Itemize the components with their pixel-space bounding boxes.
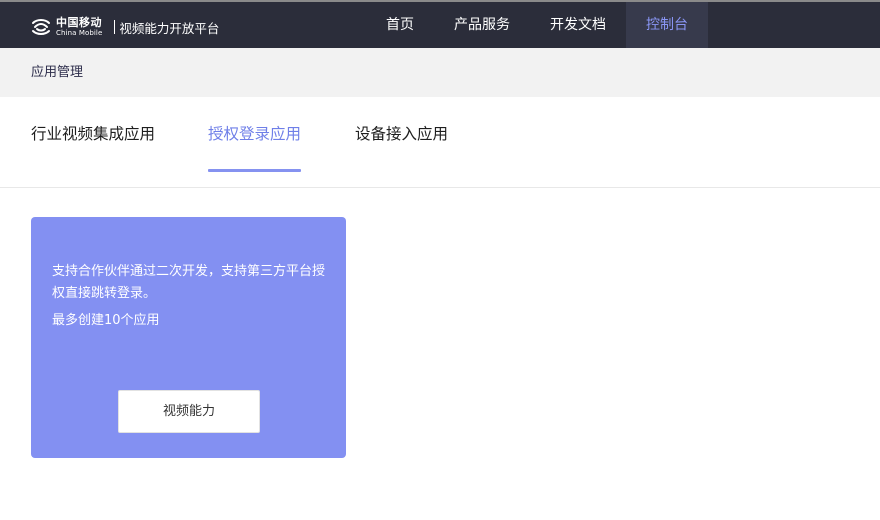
logo[interactable]: 中国移动 China Mobile 视频能力开放平台 bbox=[30, 14, 219, 40]
logo-text: 中国移动 China Mobile bbox=[56, 17, 102, 37]
china-mobile-logo-icon bbox=[30, 16, 52, 38]
logo-divider bbox=[114, 20, 116, 34]
nav-console[interactable]: 控制台 bbox=[626, 2, 708, 48]
nav-products[interactable]: 产品服务 bbox=[440, 2, 524, 48]
active-tab-indicator bbox=[208, 169, 302, 172]
app-type-tabs: 行业视频集成应用 授权登录应用 设备接入应用 bbox=[0, 97, 880, 188]
card-limit-text: 最多创建10个应用 bbox=[52, 313, 160, 328]
tab-label: 设备接入应用 bbox=[355, 125, 449, 143]
nav-docs[interactable]: 开发文档 bbox=[536, 2, 620, 48]
app-create-card: 支持合作伙伴通过二次开发，支持第三方平台授权直接跳转登录。 最多创建10个应用 … bbox=[31, 217, 346, 458]
logo-name-cn: 中国移动 bbox=[56, 16, 102, 29]
tab-label: 行业视频集成应用 bbox=[31, 125, 156, 143]
breadcrumb-bar: 应用管理 bbox=[0, 48, 880, 97]
nav-home[interactable]: 首页 bbox=[373, 2, 427, 48]
logo-name-en: China Mobile bbox=[56, 29, 103, 37]
platform-name: 视频能力开放平台 bbox=[119, 20, 220, 36]
card-description: 支持合作伙伴通过二次开发，支持第三方平台授权直接跳转登录。 bbox=[52, 264, 326, 301]
tab-label: 授权登录应用 bbox=[208, 125, 302, 143]
top-navbar: 中国移动 China Mobile 视频能力开放平台 首页 产品服务 开发文档 … bbox=[0, 0, 880, 48]
tab-industry-video-apps[interactable]: 行业视频集成应用 bbox=[31, 97, 155, 188]
page-title: 应用管理 bbox=[31, 65, 84, 80]
tab-device-access-apps[interactable]: 设备接入应用 bbox=[355, 97, 448, 188]
tab-auth-login-apps[interactable]: 授权登录应用 bbox=[208, 97, 302, 188]
video-capability-button[interactable]: 视频能力 bbox=[118, 390, 260, 433]
